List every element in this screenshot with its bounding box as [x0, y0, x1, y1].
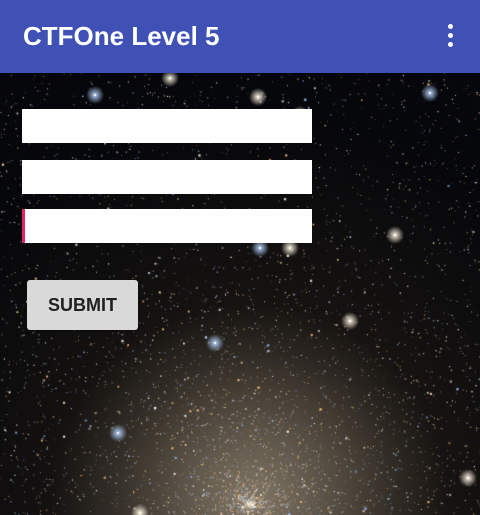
app-title: CTFOne Level 5: [23, 21, 220, 51]
text-input-2[interactable]: [22, 160, 312, 194]
text-input-1[interactable]: [22, 109, 312, 143]
text-input-3[interactable]: [22, 209, 312, 243]
menu-dot: [447, 32, 453, 38]
submit-button[interactable]: SUBMIT: [27, 280, 138, 330]
app-screen: CTFOne Level 5 SUBMIT: [0, 0, 480, 515]
menu-dot: [447, 41, 453, 47]
app-bar: CTFOne Level 5: [0, 0, 480, 73]
overflow-menu-icon[interactable]: [432, 17, 468, 53]
menu-dot: [447, 23, 453, 29]
